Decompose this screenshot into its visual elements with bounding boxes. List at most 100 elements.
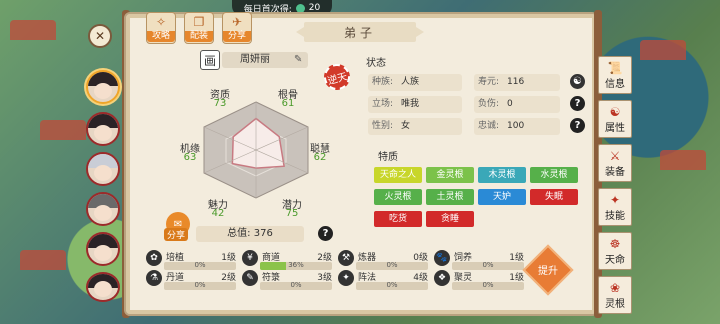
sword-icon: ⚔: [609, 148, 621, 163]
injury-key: 负伤:: [478, 99, 500, 109]
skills-panel: ✿ 培植 1级 0% ¥ 商道 2级 36% ⚒ 炼器 0级 0% 🐾 饲养 1级 0% ⚗ 丹道 2级 0% ✎ 符箓 3…: [146, 250, 526, 306]
skill-progress-text: 0%: [386, 261, 398, 269]
stat-charm-value: 42: [211, 208, 225, 219]
trait-tag[interactable]: 木灵根: [478, 167, 526, 183]
help-icon[interactable]: ?: [570, 118, 585, 133]
trait-tag[interactable]: 金灵根: [426, 167, 474, 183]
stat-wisdom-value: 62: [313, 152, 327, 163]
total-label: 总值:: [227, 228, 251, 239]
side-tab-skills[interactable]: ✦ 技能: [598, 188, 632, 226]
skill-icon: ✿: [146, 250, 162, 266]
side-tab-label: 灵根: [605, 298, 625, 310]
lifespan-value: 116: [507, 77, 525, 87]
side-tab-label: 天命: [605, 254, 625, 266]
skill-progress-text: 0%: [290, 281, 302, 289]
tab-guide-label: 攻略: [147, 31, 175, 42]
stance-key: 立场:: [372, 99, 394, 109]
stat-potential-value: 75: [285, 208, 299, 219]
loyalty-value: 100: [507, 121, 525, 131]
gender-field: 性别: 女: [368, 118, 462, 135]
disciple-avatar[interactable]: [86, 70, 120, 104]
tab-share-label: 分享: [223, 31, 251, 42]
race-field: 种族: 人族: [368, 74, 462, 91]
trait-tag[interactable]: 贪睡: [426, 211, 474, 227]
trait-tag[interactable]: 水灵根: [530, 167, 578, 183]
total-stats: 总值: 376: [196, 226, 304, 242]
disciple-avatar[interactable]: [86, 152, 120, 186]
lifespan-field: 寿元: 116: [474, 74, 560, 91]
tab-guide[interactable]: ✧ 攻略: [146, 12, 176, 44]
skill-icon: 🐾: [434, 250, 450, 266]
equip-setup-icon: ❐: [193, 15, 205, 29]
stat-fortune-value: 63: [183, 152, 197, 163]
upgrade-button-label[interactable]: 提升: [530, 262, 566, 277]
traits-title: 特质: [378, 152, 398, 163]
skill-progress-text: 0%: [194, 261, 206, 269]
trait-tag[interactable]: 火灵根: [374, 189, 422, 205]
skill-entry[interactable]: ✎ 符箓 3级 0%: [242, 270, 334, 296]
injury-value: 0: [507, 99, 513, 109]
trait-tag[interactable]: 土灵根: [426, 189, 474, 205]
scroll-icon: 📜: [607, 60, 623, 75]
building-roof: [10, 20, 56, 40]
skill-progress-text: 0%: [482, 261, 494, 269]
lifespan-info-icon[interactable]: ☯: [570, 74, 585, 89]
building-roof: [40, 120, 86, 140]
total-value: 376: [253, 228, 273, 239]
trait-tag[interactable]: 失眠: [530, 189, 578, 205]
help-icon[interactable]: ?: [570, 96, 585, 111]
share-stats-label: 分享: [164, 228, 189, 241]
skill-entry[interactable]: ❖ 聚灵 1级 0%: [434, 270, 526, 296]
help-icon[interactable]: ?: [318, 226, 333, 241]
star-icon: ✦: [609, 192, 621, 207]
skill-icon: ⚒: [338, 250, 354, 266]
stats-hexagon: [203, 101, 309, 199]
trait-tag[interactable]: 天妒: [478, 189, 526, 205]
skill-entry[interactable]: ⚗ 丹道 2级 0%: [146, 270, 238, 296]
tab-equip-setup-label: 配装: [185, 31, 213, 42]
wheel-icon: ☸: [609, 236, 621, 251]
skill-icon: ✦: [338, 270, 354, 286]
wrench-icon[interactable]: ✕: [88, 24, 112, 48]
side-tab-destiny[interactable]: ☸ 天命: [598, 232, 632, 270]
page-title: 弟子: [296, 22, 424, 42]
race-value: 人族: [401, 77, 420, 87]
injury-field: 负伤: 0: [474, 96, 560, 113]
building-roof: [660, 150, 706, 170]
trait-tag[interactable]: 天命之人: [374, 167, 422, 183]
flower-icon: ❀: [609, 280, 621, 295]
skill-progress-text: 0%: [386, 281, 398, 289]
side-tab-label: 装备: [605, 166, 625, 178]
side-tab-label: 属性: [605, 122, 625, 134]
stance-field: 立场: 唯我: [368, 96, 462, 113]
disciple-avatar[interactable]: [86, 232, 120, 266]
skill-progress-text: 0%: [482, 281, 494, 289]
trait-tag[interactable]: 吃货: [374, 211, 422, 227]
disciple-avatar[interactable]: [86, 272, 120, 302]
tab-equip-setup[interactable]: ❐ 配装: [184, 12, 214, 44]
stat-qualification-value: 73: [213, 98, 227, 109]
side-tab-attributes[interactable]: ☯ 属性: [598, 100, 632, 138]
skill-icon: ⚗: [146, 270, 162, 286]
side-tab-equipment[interactable]: ⚔ 装备: [598, 144, 632, 182]
side-tab-label: 信息: [605, 78, 625, 90]
edit-name-icon[interactable]: ✎: [294, 54, 302, 65]
portrait-icon[interactable]: 画: [200, 50, 220, 70]
side-tab-spirit-root[interactable]: ❀ 灵根: [598, 276, 632, 314]
skill-entry[interactable]: ✦ 阵法 4级 0%: [338, 270, 430, 296]
skill-icon: ¥: [242, 250, 258, 266]
skill-icon: ❖: [434, 270, 450, 286]
building-roof: [640, 40, 686, 60]
gender-key: 性别:: [372, 121, 394, 131]
stat-root-bone-value: 61: [281, 98, 295, 109]
building-roof: [20, 250, 66, 270]
gender-value: 女: [401, 121, 411, 131]
tab-share[interactable]: ✈ 分享: [222, 12, 252, 44]
race-key: 种族:: [372, 77, 394, 87]
lifespan-key: 寿元:: [478, 77, 500, 87]
side-tab-label: 技能: [605, 210, 625, 222]
disciple-avatar[interactable]: [86, 112, 120, 146]
disciple-avatar[interactable]: [86, 192, 120, 226]
side-tab-info[interactable]: 📜 信息: [598, 56, 632, 94]
status-title: 状态: [366, 58, 386, 69]
